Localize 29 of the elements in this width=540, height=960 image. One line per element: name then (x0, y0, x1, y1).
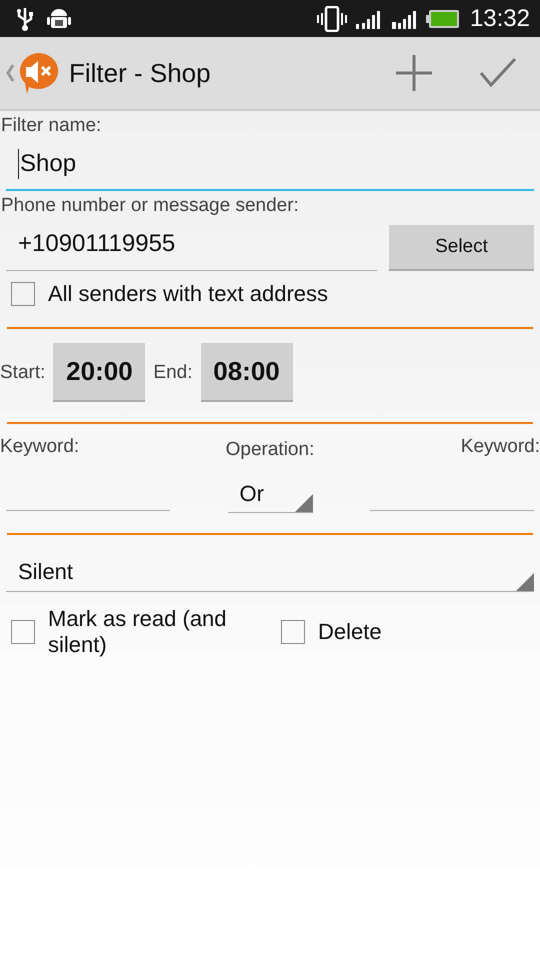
plus-icon (395, 54, 433, 92)
checkbox-label: Delete (318, 619, 382, 645)
operation-dropdown[interactable]: Or (228, 475, 312, 513)
checkbox[interactable] (281, 620, 305, 644)
battery-icon (426, 8, 460, 28)
checkbox[interactable] (11, 620, 35, 644)
phone-field[interactable]: +10901119955 (6, 226, 377, 270)
keyword-label: Keyword: (0, 436, 80, 458)
checkbox-label: All senders with text address (48, 281, 328, 307)
operation-label: Operation: (226, 439, 314, 461)
keyword-label: Keyword: (460, 436, 540, 458)
muted-speaker-icon (17, 51, 61, 95)
checkbox[interactable] (11, 282, 35, 306)
end-time-button[interactable]: 08:00 (200, 343, 292, 402)
select-button[interactable]: Select (389, 225, 534, 271)
field-label: Filter name: (0, 115, 102, 137)
action-dropdown[interactable]: Silent (6, 553, 534, 592)
status-time: 13:32 (470, 4, 530, 32)
vibrate-icon (316, 6, 348, 32)
start-label: Start: (0, 362, 46, 384)
back-caret-icon (5, 63, 15, 83)
end-label: End: (153, 362, 192, 384)
filter-name-field[interactable]: Shop (6, 147, 534, 191)
checkmark-icon (479, 57, 517, 89)
start-time-button[interactable]: 20:00 (53, 343, 146, 402)
checkbox-label: Mark as read (and silent) (48, 606, 228, 658)
screen-title: Filter - Shop (69, 58, 212, 88)
field-label: Phone number or message sender: (0, 195, 300, 217)
usb-icon (14, 6, 36, 32)
